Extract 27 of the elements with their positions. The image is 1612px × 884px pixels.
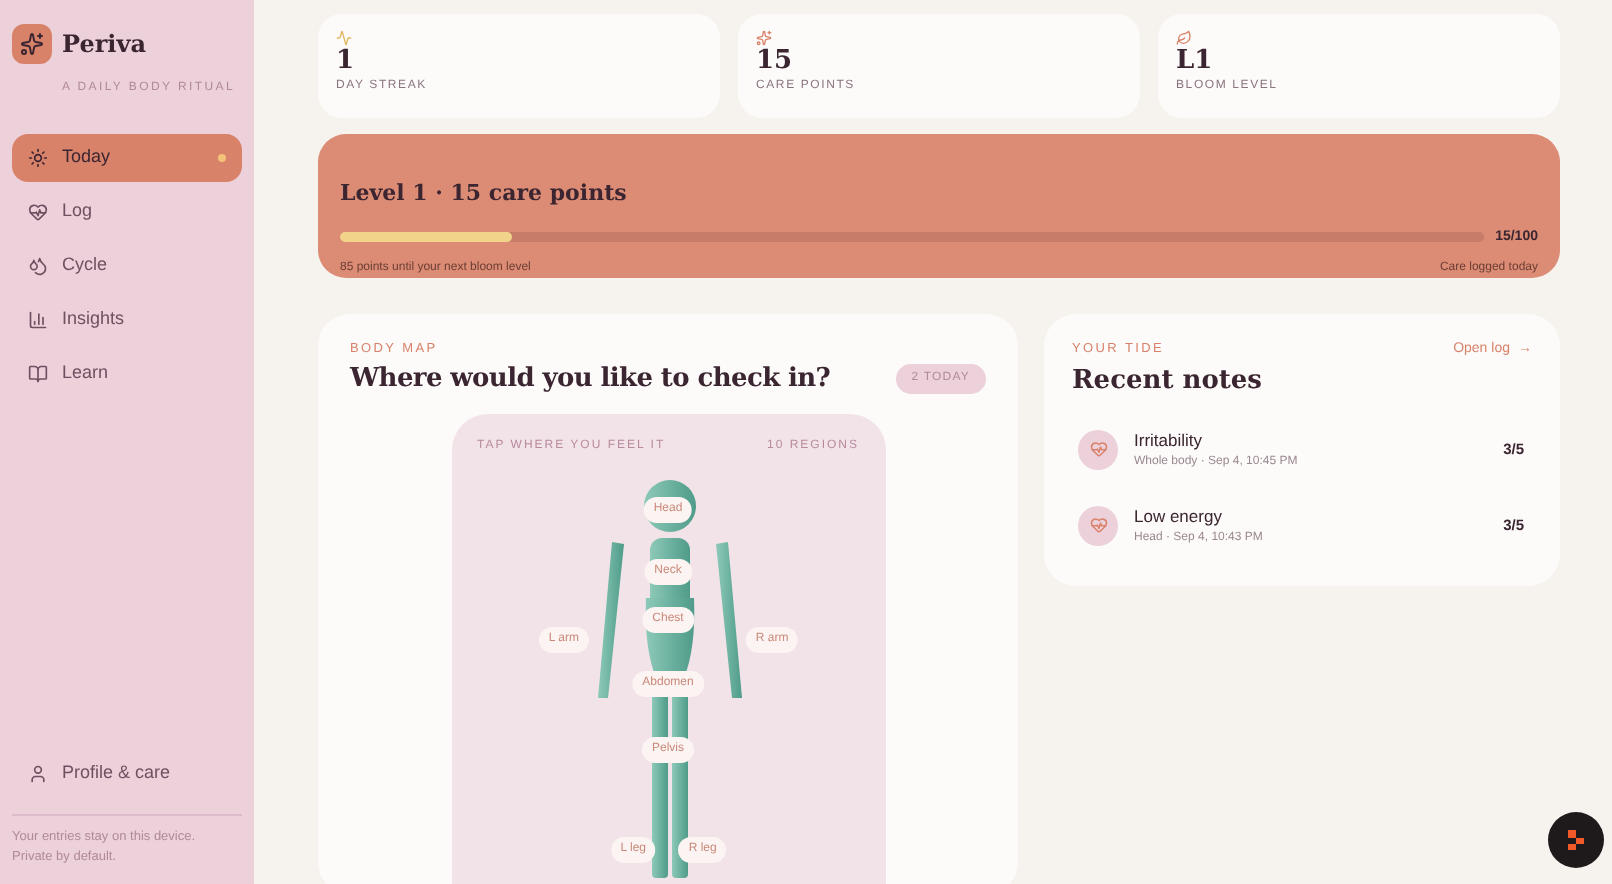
logo-icon [12,24,52,64]
stat-value: 15 [756,46,793,78]
nav-item[interactable]: Insights [12,296,242,344]
sparkle-icon [756,30,772,46]
profile-link[interactable]: Profile & care [12,750,187,798]
logo-icon [1564,828,1588,852]
bar-chart-icon [28,310,48,330]
stat-value: L1 [1176,46,1213,78]
section-title: Recent notes [1072,363,1264,399]
nav-item[interactable]: Today [12,134,242,182]
nav-item[interactable]: Cycle [12,242,242,290]
section-title: Where would you like to check in? [350,361,831,398]
heart-icon [28,202,48,222]
level-title: Level 1 · 15 care points [340,178,629,210]
floating-action-button[interactable] [1548,812,1604,868]
book-icon [28,364,48,384]
sun-icon [28,148,48,168]
note-title: Low energy [1134,503,1224,529]
stat-value: 1 [336,46,355,78]
droplets-icon [28,256,48,276]
nav-item[interactable]: Log [12,188,242,236]
pulse-icon [336,30,352,46]
nav-item[interactable]: Learn [12,350,242,398]
leaf-icon [1176,30,1192,46]
user-icon [28,764,48,784]
brand-name: Periva [62,28,146,62]
note-title: Irritability [1134,428,1205,454]
